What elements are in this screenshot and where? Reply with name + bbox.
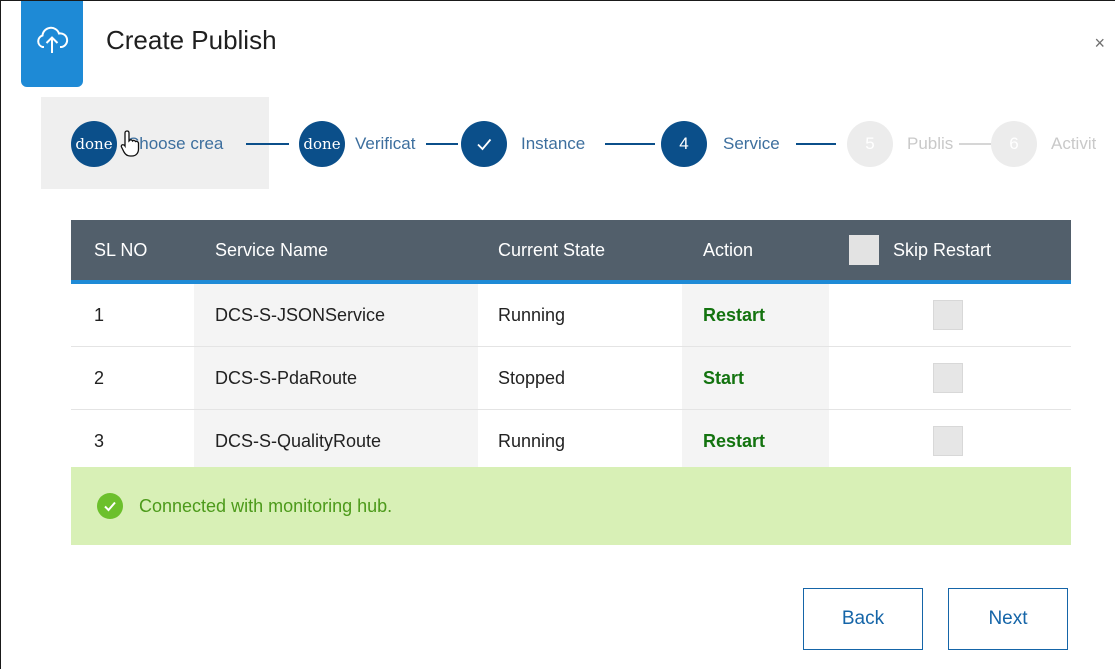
cell-current-state: Running — [498, 304, 566, 325]
stepper-connector — [426, 143, 458, 145]
status-banner: Connected with monitoring hub. — [71, 467, 1071, 545]
stepper-connector — [796, 143, 836, 145]
step-publish: 5 Publis — [847, 121, 957, 167]
skip-restart-all-checkbox[interactable] — [849, 235, 879, 265]
cloud-upload-glyph — [37, 26, 69, 53]
step-activity: 6 Activit — [991, 121, 1096, 167]
step-choose-create[interactable]: done Choose crea — [71, 121, 229, 167]
skip-restart-checkbox[interactable] — [933, 426, 963, 456]
step-label: Instance — [521, 134, 586, 153]
cell-sl-no: 1 — [94, 304, 105, 325]
table-row: 3 DCS-S-QualityRoute Running Restart — [71, 410, 1071, 473]
cell-current-state: Stopped — [498, 367, 566, 388]
services-table: SL NO Service Name Current State Action … — [71, 220, 1071, 473]
status-message: Connected with monitoring hub. — [139, 495, 393, 516]
step-badge: done — [71, 121, 117, 167]
cell-service-name: DCS-S-JSONService — [194, 284, 478, 346]
cell-current-state: Running — [498, 430, 566, 451]
next-button[interactable]: Next — [948, 588, 1068, 650]
step-badge: 6 — [991, 121, 1037, 167]
cell-skip-restart — [933, 347, 963, 409]
step-instance[interactable]: Instance — [461, 121, 585, 167]
restart-button[interactable]: Restart — [703, 305, 765, 326]
step-badge: done — [299, 121, 345, 167]
header-service-name: Service Name — [215, 239, 329, 260]
header-skip-restart-label: Skip Restart — [893, 239, 992, 260]
skip-restart-checkbox[interactable] — [933, 363, 963, 393]
cell-sl-no: 3 — [94, 430, 105, 451]
table-row: 1 DCS-S-JSONService Running Restart — [71, 284, 1071, 347]
check-icon — [461, 121, 507, 167]
header-action: Action — [703, 239, 754, 260]
table-header: SL NO Service Name Current State Action … — [71, 220, 1071, 284]
create-publish-dialog: Create Publish × done Choose crea done V… — [0, 0, 1115, 669]
step-badge: 4 — [661, 121, 707, 167]
step-verification[interactable]: done Verificat — [299, 121, 427, 167]
stepper-connector — [246, 143, 289, 145]
check-circle-icon — [97, 493, 123, 519]
cell-sl-no: 2 — [94, 367, 105, 388]
stepper-connector — [959, 143, 991, 145]
cell-action: Restart — [682, 410, 829, 472]
skip-restart-checkbox[interactable] — [933, 300, 963, 330]
cell-skip-restart — [933, 410, 963, 472]
step-badge: 5 — [847, 121, 893, 167]
stepper-connector — [605, 143, 655, 145]
step-label: Activit — [1051, 134, 1097, 153]
header-current-state: Current State — [498, 239, 606, 260]
dialog-title: Create Publish — [106, 25, 277, 55]
cell-action: Start — [682, 347, 829, 409]
cloud-upload-icon — [21, 1, 83, 87]
step-service[interactable]: 4 Service — [661, 121, 780, 167]
step-label: Service — [723, 134, 780, 153]
step-label: Publis — [907, 134, 954, 153]
table-row: 2 DCS-S-PdaRoute Stopped Start — [71, 347, 1071, 410]
header-skip-restart: Skip Restart — [849, 220, 991, 280]
step-label: Verificat — [355, 134, 416, 153]
close-icon[interactable]: × — [1094, 33, 1105, 54]
cell-skip-restart — [933, 284, 963, 346]
cell-service-name: DCS-S-PdaRoute — [194, 347, 478, 409]
hand-pointer-icon — [120, 130, 140, 157]
start-button[interactable]: Start — [703, 368, 744, 389]
cell-action: Restart — [682, 284, 829, 346]
restart-button[interactable]: Restart — [703, 431, 765, 452]
header-sl-no: SL NO — [94, 239, 148, 260]
cell-service-name: DCS-S-QualityRoute — [194, 410, 478, 472]
back-button[interactable]: Back — [803, 588, 923, 650]
